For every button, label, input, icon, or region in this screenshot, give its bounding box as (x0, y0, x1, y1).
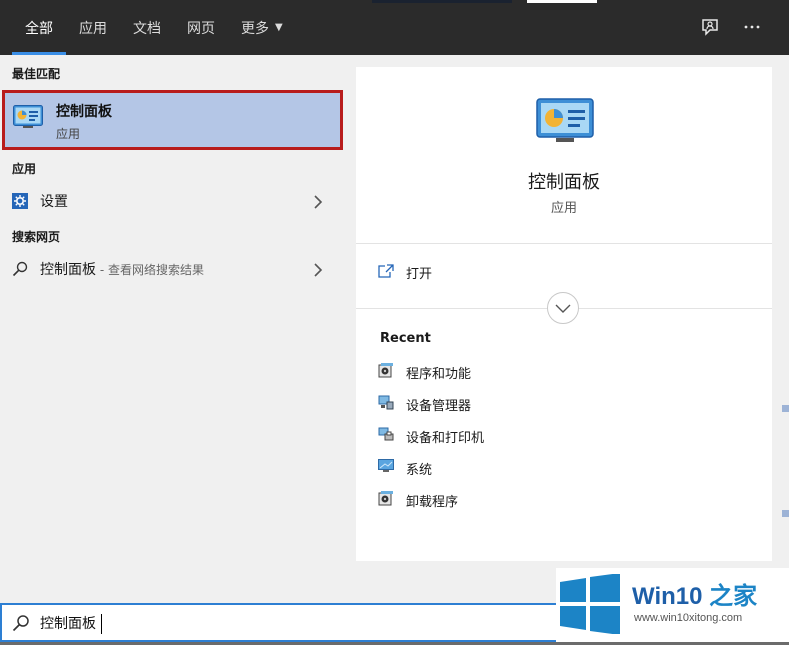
web-heading: 搜索网页 (12, 230, 61, 244)
tab-documents[interactable]: 文档 (120, 0, 174, 55)
tab-label: 全部 (25, 20, 53, 37)
best-match-heading: 最佳匹配 (12, 67, 61, 81)
watermark-brand: Win10 之家 (632, 576, 757, 611)
programs-icon (378, 362, 394, 382)
result-web-search[interactable]: 控制面板 - 查看网络搜索结果 (0, 253, 344, 285)
web-query: 控制面板 (40, 262, 96, 278)
recent-item-programs[interactable]: 程序和功能 (378, 361, 471, 383)
tab-more[interactable]: 更多 ▼ (228, 0, 296, 55)
apps-heading: 应用 (12, 162, 37, 176)
watermark-url: www.win10xitong.com (634, 612, 743, 624)
expand-button[interactable] (547, 292, 579, 324)
recent-label: 系统 (406, 462, 433, 478)
search-icon (12, 614, 30, 636)
tab-label: 网页 (187, 20, 215, 37)
feedback-icon[interactable] (699, 16, 721, 38)
detail-title: 控制面板 (528, 172, 600, 193)
best-match-subtitle: 应用 (56, 127, 81, 141)
chevron-right-icon[interactable] (313, 194, 323, 213)
background-window-strip (527, 0, 597, 3)
background-window-strip (782, 510, 789, 517)
recent-label: 设备和打印机 (406, 430, 485, 446)
recent-heading: Recent (380, 331, 431, 346)
search-icon (12, 261, 28, 277)
results-pane: 最佳匹配 控制面板 应用 应用 设置 搜索网页 控制面板 - 查看网络搜索结果 (0, 55, 344, 603)
tab-label: 更多 (241, 20, 269, 37)
open-action[interactable]: 打开 (378, 261, 432, 283)
recent-item-device-manager[interactable]: 设备管理器 (378, 393, 471, 415)
tab-label: 应用 (79, 20, 107, 37)
result-label: 控制面板 - 查看网络搜索结果 (40, 259, 204, 279)
recent-label: 卸载程序 (406, 494, 459, 510)
detail-pane: 控制面板 应用 打开 Recent 程序和功能 设备管理器 设备和打印机 系统 … (356, 67, 772, 561)
search-top-bar: 全部 应用 文档 网页 更多 ▼ (0, 0, 789, 55)
chevron-down-icon: ▼ (275, 22, 283, 33)
brand-text-zh: 之家 (709, 583, 758, 610)
control-panel-icon (13, 105, 43, 133)
result-label: 设置 (40, 194, 68, 210)
gear-icon (12, 193, 28, 209)
background-window-strip (372, 0, 512, 3)
devices-printers-icon (378, 426, 394, 446)
uninstall-icon (378, 490, 394, 510)
tab-all[interactable]: 全部 (12, 0, 66, 55)
windows-logo-icon (558, 573, 622, 638)
system-icon (378, 458, 394, 478)
background-window-strip (782, 405, 789, 412)
tab-apps[interactable]: 应用 (66, 0, 120, 55)
result-settings[interactable]: 设置 (0, 185, 344, 217)
device-manager-icon (378, 394, 394, 414)
tab-web[interactable]: 网页 (174, 0, 228, 55)
recent-label: 程序和功能 (406, 366, 472, 382)
recent-label: 设备管理器 (406, 398, 472, 414)
search-box[interactable] (0, 603, 556, 642)
divider (356, 243, 772, 244)
ellipsis-icon[interactable] (741, 16, 763, 38)
open-label: 打开 (406, 266, 433, 282)
search-input[interactable] (40, 612, 540, 634)
recent-item-devices-printers[interactable]: 设备和打印机 (378, 425, 484, 447)
detail-type: 应用 (550, 201, 577, 216)
recent-item-uninstall[interactable]: 卸载程序 (378, 489, 458, 511)
tab-label: 文档 (133, 20, 161, 37)
best-match-title: 控制面板 (56, 104, 112, 120)
open-icon (378, 263, 394, 282)
web-suffix: - 查看网络搜索结果 (96, 263, 204, 277)
chevron-down-icon (555, 299, 571, 318)
filter-tabs: 全部 应用 文档 网页 更多 ▼ (12, 0, 296, 55)
chevron-right-icon[interactable] (313, 262, 323, 281)
best-match-result[interactable]: 控制面板 应用 (2, 90, 343, 150)
brand-text: Win10 (632, 583, 703, 610)
recent-item-system[interactable]: 系统 (378, 457, 432, 479)
control-panel-icon (536, 98, 594, 148)
text-cursor (101, 614, 102, 634)
watermark: Win10 之家 www.win10xitong.com (556, 568, 789, 642)
